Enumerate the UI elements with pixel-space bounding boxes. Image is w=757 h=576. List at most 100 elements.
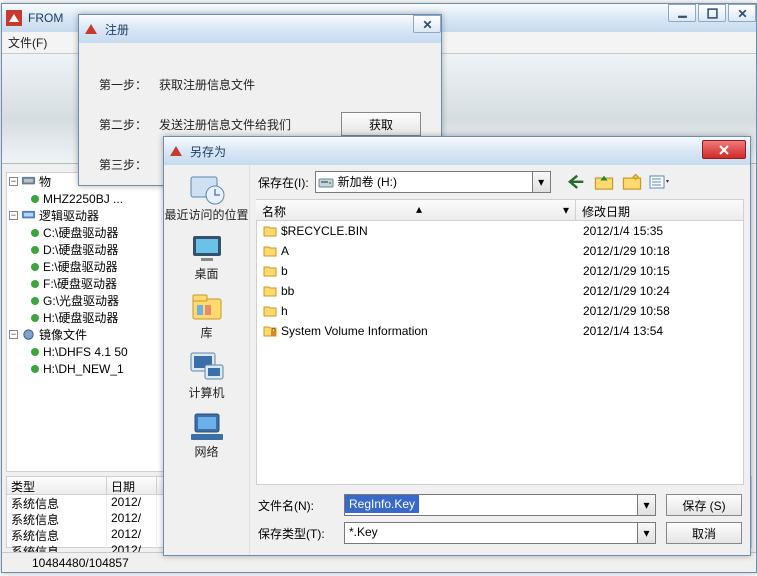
device-tree[interactable]: − 物 MHZ2250BJ ... − 逻辑驱动器 C:\硬盘驱动器 D:\硬盘… xyxy=(6,172,176,472)
save-in-combo[interactable]: 新加卷 (H:) ▾ xyxy=(315,171,551,193)
file-name-cell: A xyxy=(257,244,577,258)
grid-col-type[interactable]: 类型 xyxy=(7,477,107,494)
desktop-icon xyxy=(185,230,229,268)
bullet-icon xyxy=(31,263,39,271)
network-icon xyxy=(185,408,229,446)
view-menu-button[interactable] xyxy=(649,172,671,192)
chevron-down-icon[interactable]: ▾ xyxy=(637,523,655,543)
place-network[interactable]: 网络 xyxy=(164,408,249,459)
up-folder-button[interactable] xyxy=(593,172,615,192)
file-date-cell: 2012/1/29 10:58 xyxy=(577,304,743,318)
chevron-down-icon[interactable]: ▾ xyxy=(563,203,569,217)
register-titlebar[interactable]: 注册 xyxy=(79,15,441,43)
tree-item-label[interactable]: D:\硬盘驱动器 xyxy=(43,241,118,258)
tree-item-label[interactable]: H:\DHFS 4.1 50 xyxy=(43,345,128,359)
col-name[interactable]: 名称 ▴ ▾ xyxy=(256,200,576,220)
grid-cell-date: 2012/ xyxy=(107,511,157,527)
tree-group-label[interactable]: 镜像文件 xyxy=(39,326,87,343)
menu-file[interactable]: 文件(F) xyxy=(8,34,47,51)
file-name: A xyxy=(281,244,289,258)
tree-item-label[interactable]: G:\光盘驱动器 xyxy=(43,292,119,309)
filetype-value: *.Key xyxy=(345,523,382,541)
filename-label: 文件名(N): xyxy=(258,497,344,514)
tree-item-label[interactable]: F:\硬盘驱动器 xyxy=(43,275,117,292)
place-recent[interactable]: 最近访问的位置 xyxy=(164,171,249,222)
expander-icon[interactable]: − xyxy=(9,177,18,186)
maximize-button[interactable] xyxy=(698,4,726,22)
filename-input[interactable]: RegInfo.Key ▾ xyxy=(344,494,656,516)
recent-icon xyxy=(185,171,229,209)
step3-label: 第三步： xyxy=(99,156,159,173)
grid-cell-date: 2012/ xyxy=(107,527,157,543)
file-name-cell: $RECYCLE.BIN xyxy=(257,224,577,238)
device-icon xyxy=(21,175,36,188)
app-icon xyxy=(6,10,22,26)
expander-icon[interactable]: − xyxy=(9,330,18,339)
file-date-cell: 2012/1/29 10:24 xyxy=(577,284,743,298)
file-name-cell: System Volume Information xyxy=(257,324,577,338)
place-libraries[interactable]: 库 xyxy=(164,289,249,340)
expander-icon[interactable]: − xyxy=(9,211,18,220)
save-in-value: 新加卷 (H:) xyxy=(338,175,397,189)
file-row[interactable]: $RECYCLE.BIN2012/1/4 15:35 xyxy=(257,221,743,241)
back-button[interactable] xyxy=(565,172,587,192)
get-button[interactable]: 获取 xyxy=(341,112,421,136)
col-name-label: 名称 xyxy=(262,205,286,219)
minimize-button[interactable] xyxy=(668,4,696,22)
file-date-cell: 2012/1/4 15:35 xyxy=(577,224,743,238)
place-desktop[interactable]: 桌面 xyxy=(164,230,249,281)
file-row[interactable]: A 2012/1/29 10:18 xyxy=(257,241,743,261)
file-list[interactable]: $RECYCLE.BIN2012/1/4 15:35 A 2012/1/29 10:… xyxy=(256,221,744,485)
bullet-icon xyxy=(31,195,39,203)
place-label: 计算机 xyxy=(188,387,224,400)
place-label: 网络 xyxy=(194,446,218,459)
tree-item-label[interactable]: H:\硬盘驱动器 xyxy=(43,309,118,326)
chevron-down-icon[interactable]: ▾ xyxy=(637,495,655,515)
place-label: 库 xyxy=(200,327,212,340)
bullet-icon xyxy=(31,314,39,322)
libraries-icon xyxy=(185,289,229,327)
filetype-select[interactable]: *.Key ▾ xyxy=(344,522,656,544)
file-date-cell: 2012/1/4 13:54 xyxy=(577,324,743,338)
file-name: bb xyxy=(281,284,294,298)
cancel-button[interactable]: 取消 xyxy=(666,522,742,544)
drives-icon xyxy=(21,209,36,222)
tree-item-label[interactable]: C:\硬盘驱动器 xyxy=(43,224,118,241)
save-title: 另存为 xyxy=(190,143,226,160)
step2-text: 发送注册信息文件给我们 xyxy=(159,116,291,133)
chevron-down-icon[interactable]: ▾ xyxy=(532,172,550,192)
file-name-cell: bb xyxy=(257,284,577,298)
tree-item-label[interactable]: H:\DH_NEW_1 xyxy=(43,362,124,376)
places-bar: 最近访问的位置 桌面 库 计算机 网络 xyxy=(164,165,250,555)
file-name: b xyxy=(281,264,288,278)
grid-col-date[interactable]: 日期 xyxy=(107,477,157,494)
new-folder-button[interactable] xyxy=(621,172,643,192)
save-button[interactable]: 保存 (S) xyxy=(666,494,742,516)
image-files-icon xyxy=(21,328,36,341)
bullet-icon xyxy=(31,229,39,237)
close-button[interactable] xyxy=(413,15,441,33)
close-button[interactable] xyxy=(728,4,756,22)
save-in-label: 保存在(I): xyxy=(258,174,309,191)
file-list-header: 名称 ▴ ▾ 修改日期 xyxy=(256,199,744,221)
file-row[interactable]: b2012/1/29 10:15 xyxy=(257,261,743,281)
filename-value: RegInfo.Key xyxy=(345,495,419,513)
place-computer[interactable]: 计算机 xyxy=(164,349,249,400)
file-date-cell: 2012/1/29 10:18 xyxy=(577,244,743,258)
close-button[interactable] xyxy=(702,140,746,159)
computer-icon xyxy=(185,349,229,387)
col-date[interactable]: 修改日期 xyxy=(576,200,744,220)
tree-item-label[interactable]: E:\硬盘驱动器 xyxy=(43,258,118,275)
file-row[interactable]: h2012/1/29 10:58 xyxy=(257,301,743,321)
sort-asc-icon: ▴ xyxy=(416,202,422,216)
col-date-label: 修改日期 xyxy=(582,205,630,219)
save-as-dialog: 另存为 最近访问的位置 桌面 库 计算机 网络 xyxy=(163,136,751,556)
file-name-cell: h xyxy=(257,304,577,318)
place-label: 桌面 xyxy=(194,268,218,281)
tree-root-label: 物 xyxy=(39,173,51,190)
tree-group-label[interactable]: 逻辑驱动器 xyxy=(39,207,99,224)
step2-label: 第二步： xyxy=(99,116,159,133)
file-row[interactable]: bb 2012/1/29 10:24 xyxy=(257,281,743,301)
save-titlebar[interactable]: 另存为 xyxy=(164,137,750,165)
file-row[interactable]: System Volume Information2012/1/4 13:54 xyxy=(257,321,743,341)
